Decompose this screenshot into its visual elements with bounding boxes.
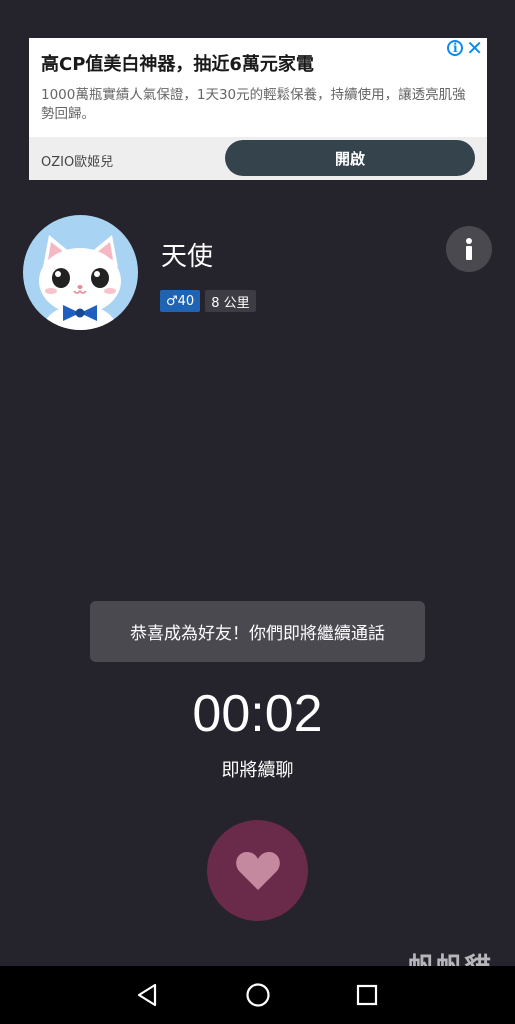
ad-info-icon[interactable]: i <box>447 40 464 56</box>
system-nav-bar <box>0 966 515 1024</box>
recents-square-icon <box>356 984 378 1006</box>
ad-open-button[interactable]: 開啟 <box>225 140 475 176</box>
recents-button[interactable] <box>352 980 382 1010</box>
ad-controls: i ✕ <box>447 38 483 58</box>
toast-message: 恭喜成為好友！你們即將繼續通話 <box>90 601 425 662</box>
call-timer: 00:02 <box>192 685 323 743</box>
ad-title[interactable]: 高CP值美白神器，抽近6萬元家電 <box>41 50 314 76</box>
ad-brand: OZIO歐姬兒 <box>41 155 114 170</box>
home-button[interactable] <box>243 980 273 1010</box>
back-button[interactable] <box>133 980 163 1010</box>
ad-banner[interactable]: 高CP值美白神器，抽近6萬元家電 i ✕ 1000萬瓶實績人氣保證，1天30元的… <box>29 38 487 180</box>
like-button[interactable] <box>207 820 308 921</box>
call-status: 即將續聊 <box>221 760 294 781</box>
avatar[interactable] <box>23 215 138 330</box>
profile-info-button[interactable] <box>446 226 492 272</box>
cat-avatar-icon <box>39 235 121 330</box>
profile-tags: ♂40 8 公里 <box>160 290 256 312</box>
home-circle-icon <box>246 983 270 1007</box>
back-triangle-icon <box>137 983 157 1007</box>
heart-icon <box>235 851 280 890</box>
info-icon <box>466 238 472 260</box>
distance-badge: 8 公里 <box>205 290 256 312</box>
ad-description: 1000萬瓶實績人氣保證，1天30元的輕鬆保養，持續使用，讓透亮肌強勢回歸。 <box>41 87 466 122</box>
ad-close-icon[interactable]: ✕ <box>466 38 483 58</box>
gender-age-badge: ♂40 <box>160 290 201 312</box>
ad-footer: OZIO歐姬兒 開啟 <box>29 137 487 180</box>
profile-name: 天使 <box>161 242 214 272</box>
